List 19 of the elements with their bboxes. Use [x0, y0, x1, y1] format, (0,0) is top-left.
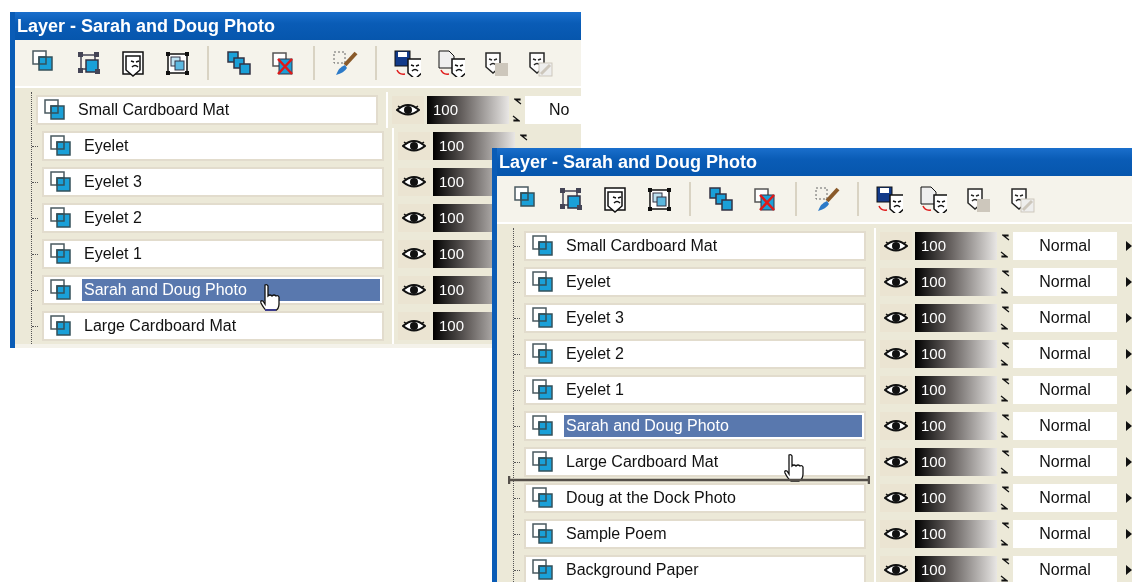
opacity-value: 100	[433, 101, 459, 118]
opacity-value: 100	[921, 561, 947, 578]
opacity-value: 100	[439, 137, 465, 154]
opacity-value: 100	[439, 317, 465, 334]
opacity-value: 100	[921, 273, 947, 290]
opacity-value: 100	[921, 525, 947, 542]
opacity-value: 100	[921, 453, 947, 470]
window-title: Layer - Sarah and Doug Photo	[15, 12, 581, 40]
opacity-value: 100	[921, 237, 947, 254]
opacity-value: 100	[921, 309, 947, 326]
opacity-value: 100	[439, 281, 465, 298]
opacity-value: 100	[439, 245, 465, 262]
opacity-value: 100	[921, 381, 947, 398]
opacity-value: 100	[439, 173, 465, 190]
window-title: Layer - Sarah and Doug Photo	[497, 148, 1132, 176]
opacity-value: 100	[921, 345, 947, 362]
opacity-value: 100	[439, 209, 465, 226]
opacity-value: 100	[921, 417, 947, 434]
opacity-value: 100	[921, 489, 947, 506]
